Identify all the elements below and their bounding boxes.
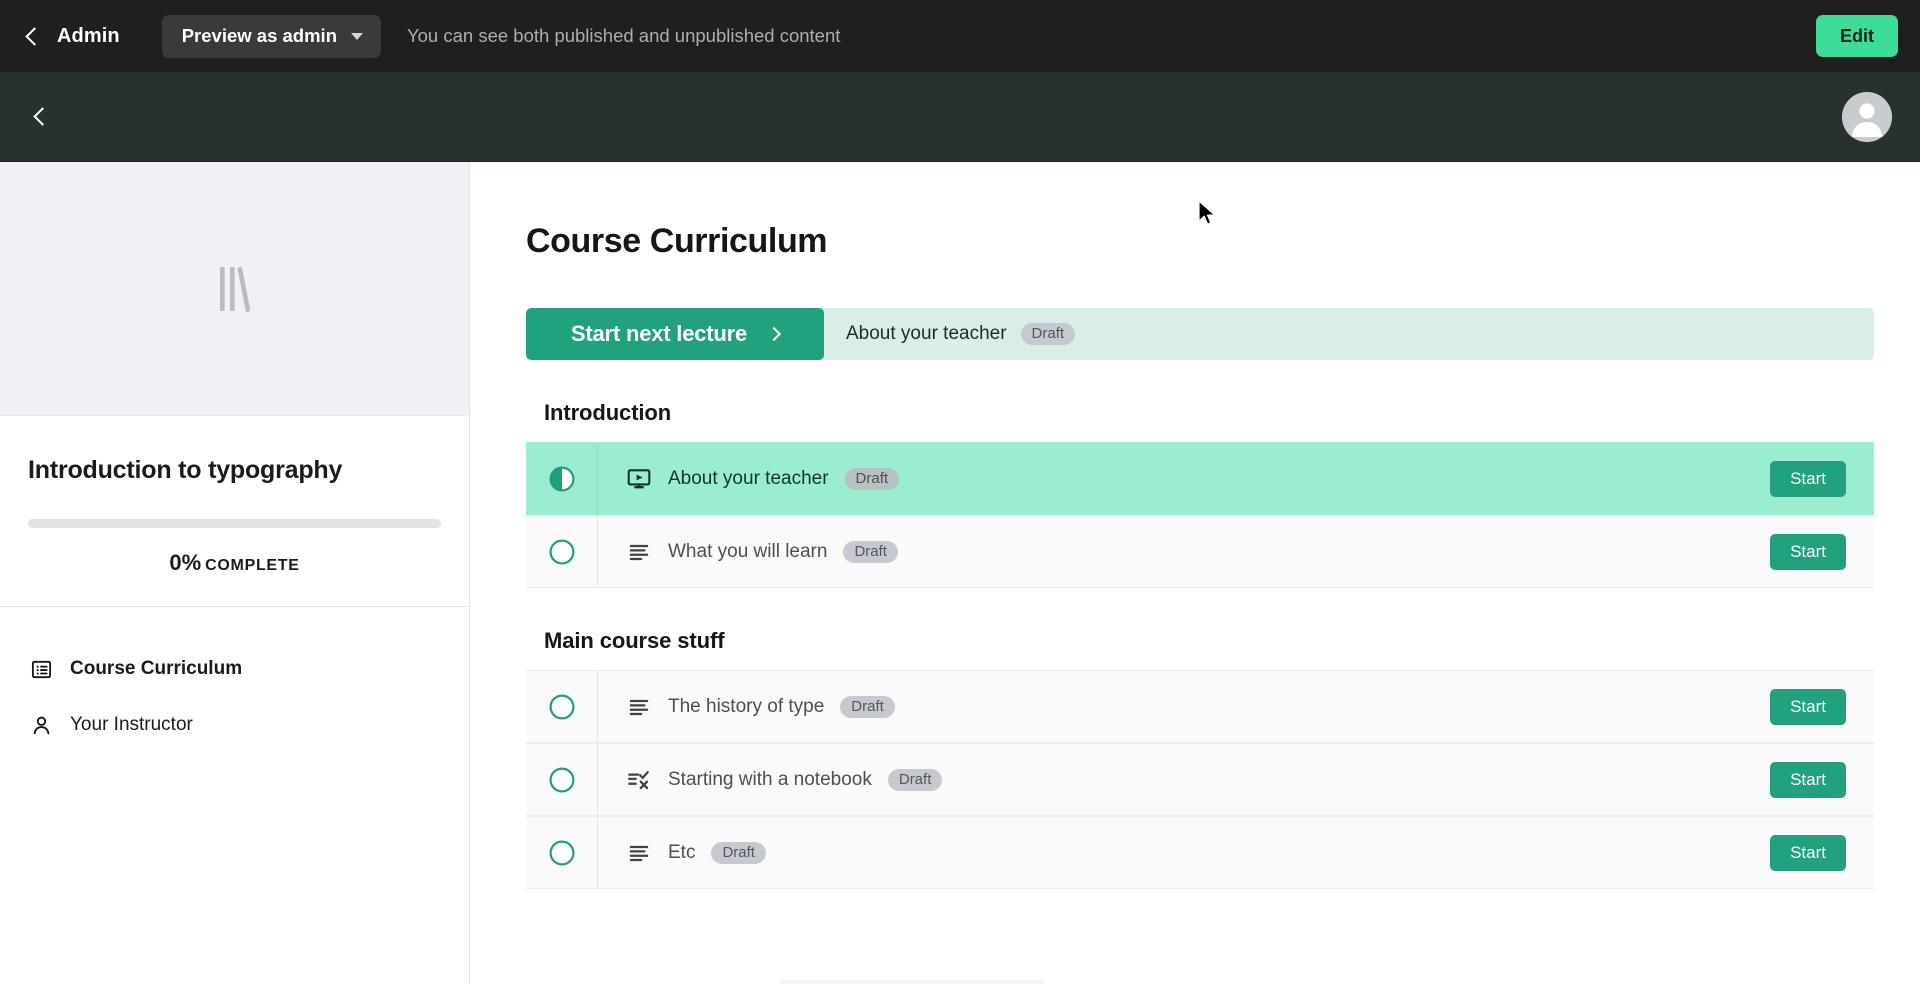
lecture-status-cell xyxy=(526,744,598,815)
half-circle-icon xyxy=(549,466,574,491)
progress-label: 0% COMPLETE xyxy=(28,550,441,576)
site-header xyxy=(0,72,1920,162)
lecture-status-cell xyxy=(526,817,598,888)
quiz-icon xyxy=(626,767,652,793)
empty-circle-icon xyxy=(549,539,574,564)
lecture-status-cell xyxy=(526,516,598,587)
lecture-main: Starting with a notebook Draft xyxy=(598,767,1770,793)
lecture-status-cell xyxy=(526,671,598,742)
admin-note: You can see both published and unpublish… xyxy=(407,25,841,46)
admin-label: Admin xyxy=(57,24,120,47)
text-lines-icon xyxy=(626,694,652,720)
lecture-name: What you will learn xyxy=(668,540,828,562)
start-button[interactable]: Start xyxy=(1770,460,1846,497)
chevron-left-icon xyxy=(25,26,44,46)
text-lines-icon xyxy=(626,539,652,565)
section-title: Main course stuff xyxy=(544,628,725,653)
start-button[interactable]: Start xyxy=(1770,688,1846,725)
main-content: Course Curriculum Start next lecture Abo… xyxy=(470,162,1920,984)
list-card-icon xyxy=(28,656,54,682)
text-lines-icon xyxy=(626,840,652,866)
table-row[interactable]: Etc Draft Start xyxy=(526,816,1874,889)
preview-as-admin-label: Preview as admin xyxy=(181,25,337,46)
site-back-button[interactable] xyxy=(26,102,59,131)
lecture-name: Starting with a notebook xyxy=(668,768,872,790)
avatar[interactable] xyxy=(1842,91,1892,142)
chevron-right-icon xyxy=(766,326,782,342)
sidebar-item-course-curriculum[interactable]: Course Curriculum xyxy=(0,641,469,697)
lecture-action-cell: Start xyxy=(1770,834,1874,871)
lecture-status-cell xyxy=(526,443,598,514)
empty-circle-icon xyxy=(549,694,574,719)
page-title: Course Curriculum xyxy=(526,222,828,260)
sidebar-item-your-instructor[interactable]: Your Instructor xyxy=(0,697,469,753)
books-icon xyxy=(219,266,250,312)
lecture-main: What you will learn Draft xyxy=(598,539,1770,565)
lecture-action-cell: Start xyxy=(1770,460,1874,497)
status-badge: Draft xyxy=(844,467,900,490)
preview-as-admin-dropdown[interactable]: Preview as admin xyxy=(161,14,381,58)
next-lecture-name: About your teacher xyxy=(846,323,1007,344)
status-badge: Draft xyxy=(840,695,895,718)
next-lecture-meta: About your teacher Draft xyxy=(824,323,1076,345)
progress-bar xyxy=(28,519,441,528)
progress-percent: 0% xyxy=(169,550,202,575)
course-title: Introduction to typography xyxy=(28,456,343,484)
start-button[interactable]: Start xyxy=(1770,533,1846,570)
lecture-action-cell: Start xyxy=(1770,761,1874,798)
lecture-action-cell: Start xyxy=(1770,688,1874,725)
course-thumbnail xyxy=(0,162,469,416)
person-icon xyxy=(28,712,54,738)
table-row[interactable]: The history of type Draft Start xyxy=(526,670,1874,743)
video-icon xyxy=(626,466,652,492)
empty-circle-icon xyxy=(549,767,574,792)
empty-circle-icon xyxy=(549,840,574,865)
start-next-lecture-label: Start next lecture xyxy=(570,321,748,346)
lecture-name: The history of type xyxy=(668,695,825,717)
course-info: Introduction to typography 0% COMPLETE xyxy=(0,416,469,607)
section-title: Introduction xyxy=(544,400,672,425)
lecture-main: About your teacher Draft xyxy=(598,466,1770,492)
sidebar-nav: Course Curriculum Your Instructor xyxy=(0,607,469,753)
status-badge: Draft xyxy=(1020,323,1076,345)
lecture-main: Etc Draft xyxy=(598,840,1770,866)
chevron-down-icon xyxy=(351,32,363,40)
admin-bar: Admin Preview as admin You can see both … xyxy=(0,0,1920,72)
lecture-name: About your teacher xyxy=(668,467,829,489)
lecture-main: The history of type Draft xyxy=(598,694,1770,720)
lecture-name: Etc xyxy=(668,841,696,863)
status-badge: Draft xyxy=(711,841,766,864)
next-section-sliver xyxy=(780,980,1044,984)
progress-complete-word: COMPLETE xyxy=(205,557,300,574)
lecture-action-cell: Start xyxy=(1770,533,1874,570)
start-button[interactable]: Start xyxy=(1770,761,1846,798)
start-button[interactable]: Start xyxy=(1770,834,1846,871)
course-sidebar: Introduction to typography 0% COMPLETE C… xyxy=(0,162,470,984)
status-badge: Draft xyxy=(843,540,898,563)
edit-button[interactable]: Edit xyxy=(1816,15,1898,57)
user-avatar-icon xyxy=(1842,91,1892,142)
page-body: Introduction to typography 0% COMPLETE C… xyxy=(0,162,1920,984)
sidebar-item-label: Course Curriculum xyxy=(70,658,243,679)
chevron-left-icon xyxy=(33,107,52,126)
start-next-lecture-button[interactable]: Start next lecture xyxy=(526,308,824,360)
admin-back-button[interactable]: Admin xyxy=(22,25,126,48)
table-row[interactable]: What you will learn Draft Start xyxy=(526,515,1874,588)
status-badge: Draft xyxy=(887,768,943,791)
sidebar-item-label: Your Instructor xyxy=(70,714,193,735)
table-row[interactable]: Starting with a notebook Draft Start xyxy=(526,743,1874,816)
table-row[interactable]: About your teacher Draft Start xyxy=(526,442,1874,515)
next-lecture-strip: Start next lecture About your teacher Dr… xyxy=(526,308,1874,360)
